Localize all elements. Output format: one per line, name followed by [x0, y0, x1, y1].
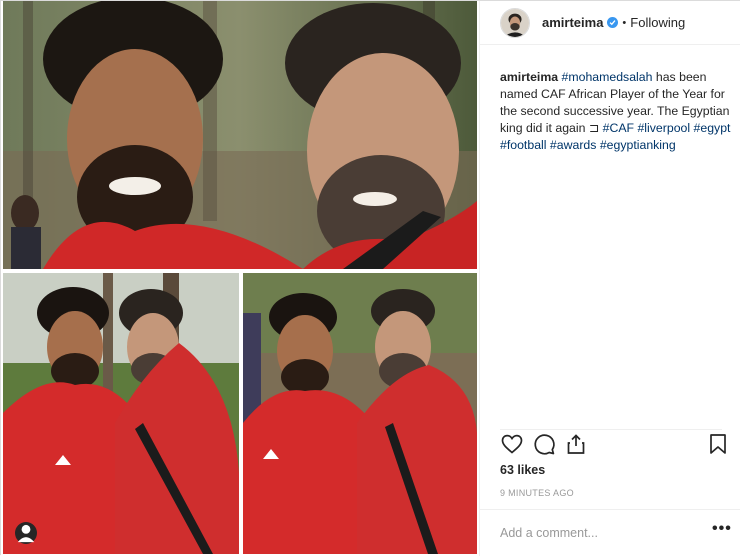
- caption-glyph: ⊐: [588, 121, 600, 135]
- photo-top-selfie: [3, 1, 477, 269]
- heart-icon[interactable]: [500, 432, 524, 456]
- post-actions-bar: [500, 429, 726, 456]
- post-header: amirteima • Following: [480, 1, 740, 45]
- bookmark-icon[interactable]: [706, 432, 730, 456]
- photo-bottom-right: [243, 273, 477, 554]
- hashtag-link[interactable]: #egyptianking: [600, 138, 676, 152]
- header-separator: •: [622, 16, 627, 29]
- share-icon[interactable]: [564, 432, 588, 456]
- user-tag-icon[interactable]: [15, 522, 37, 544]
- hashtag-link[interactable]: #football: [500, 138, 547, 152]
- comment-input[interactable]: [500, 522, 690, 544]
- hashtag-link[interactable]: #CAF: [603, 121, 634, 135]
- hashtag-link[interactable]: #liverpool: [637, 121, 690, 135]
- comment-bar: •••: [480, 509, 740, 556]
- post-timestamp[interactable]: 9 MINUTES AGO: [500, 488, 574, 498]
- following-button[interactable]: Following: [630, 15, 685, 30]
- post-media-collage[interactable]: [1, 1, 479, 556]
- verified-badge-icon: [607, 17, 619, 28]
- likes-count[interactable]: 63 likes: [500, 463, 545, 477]
- photo-bottom-left: [3, 273, 239, 554]
- hashtag-link[interactable]: #mohamedsalah: [562, 70, 653, 84]
- hashtag-link[interactable]: #egypt: [694, 121, 731, 135]
- more-options-button[interactable]: •••: [712, 520, 732, 538]
- hashtag-link[interactable]: #awards: [550, 138, 596, 152]
- post-caption: amirteima #mohamedsalah has been named C…: [500, 69, 732, 154]
- post-details-panel: amirteima • Following amirteima #mohamed…: [479, 1, 740, 556]
- instagram-post-window: amirteima • Following amirteima #mohamed…: [0, 0, 740, 556]
- comment-icon[interactable]: [532, 432, 556, 456]
- username-link[interactable]: amirteima: [542, 15, 603, 30]
- avatar[interactable]: [500, 7, 530, 38]
- caption-username[interactable]: amirteima: [500, 70, 558, 84]
